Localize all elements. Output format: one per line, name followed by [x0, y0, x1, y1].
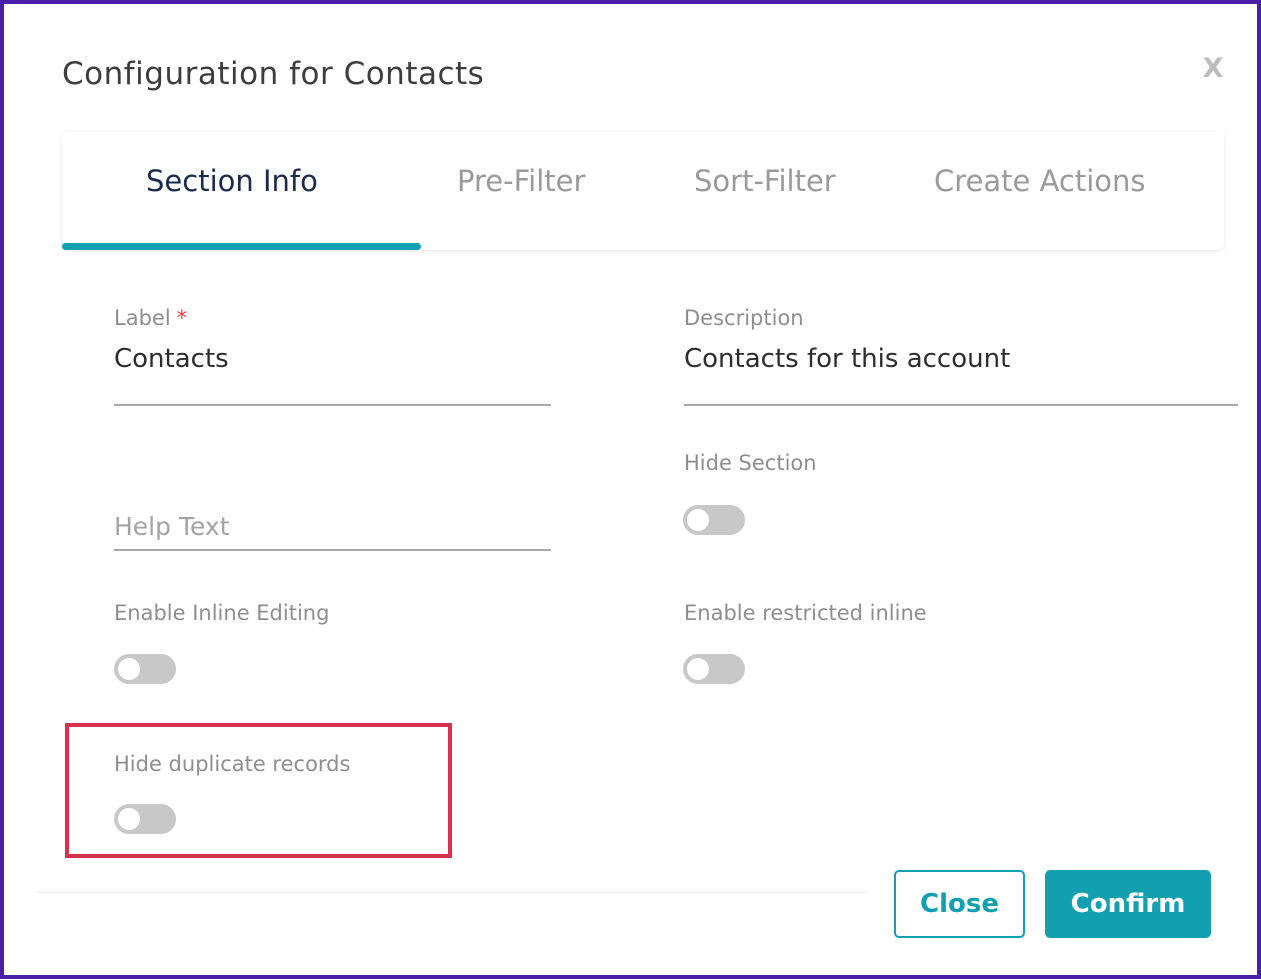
toggle-knob [118, 658, 140, 680]
configuration-modal: Configuration for Contacts X Section Inf… [0, 0, 1261, 979]
confirm-button[interactable]: Confirm [1045, 870, 1211, 938]
label-field-label: Label * [114, 306, 187, 330]
enable-inline-editing-toggle[interactable] [114, 654, 176, 684]
toggle-knob [687, 509, 709, 531]
hide-duplicate-records-toggle[interactable] [114, 804, 176, 834]
enable-restricted-inline-label: Enable restricted inline [684, 601, 927, 625]
toggle-knob [118, 808, 140, 830]
tab-bar: Section Info Pre-Filter Sort-Filter Crea… [62, 132, 1224, 250]
tab-create-actions[interactable]: Create Actions [934, 164, 1146, 198]
required-mark: * [176, 306, 188, 330]
close-button[interactable]: Close [894, 870, 1025, 938]
enable-inline-editing-label: Enable Inline Editing [114, 601, 330, 625]
close-icon[interactable]: X [1200, 54, 1226, 84]
description-field-label: Description [684, 306, 804, 330]
enable-restricted-inline-toggle[interactable] [683, 654, 745, 684]
tab-sort-filter[interactable]: Sort-Filter [694, 164, 836, 198]
description-input-underline [684, 404, 1238, 406]
label-input[interactable]: Contacts [114, 344, 229, 374]
toggle-knob [687, 658, 709, 680]
hide-duplicate-records-label: Hide duplicate records [114, 752, 351, 776]
label-input-underline [114, 404, 551, 406]
footer-divider [38, 892, 868, 893]
hide-section-label: Hide Section [684, 451, 817, 475]
label-field-label-text: Label [114, 306, 171, 330]
active-tab-indicator [62, 243, 421, 250]
help-text-input[interactable] [114, 503, 551, 551]
description-input[interactable]: Contacts for this account [684, 344, 1010, 374]
tab-pre-filter[interactable]: Pre-Filter [457, 164, 585, 198]
hide-section-toggle[interactable] [683, 505, 745, 535]
highlight-box [65, 723, 452, 858]
tab-section-info[interactable]: Section Info [146, 164, 318, 198]
modal-title: Configuration for Contacts [62, 56, 485, 92]
